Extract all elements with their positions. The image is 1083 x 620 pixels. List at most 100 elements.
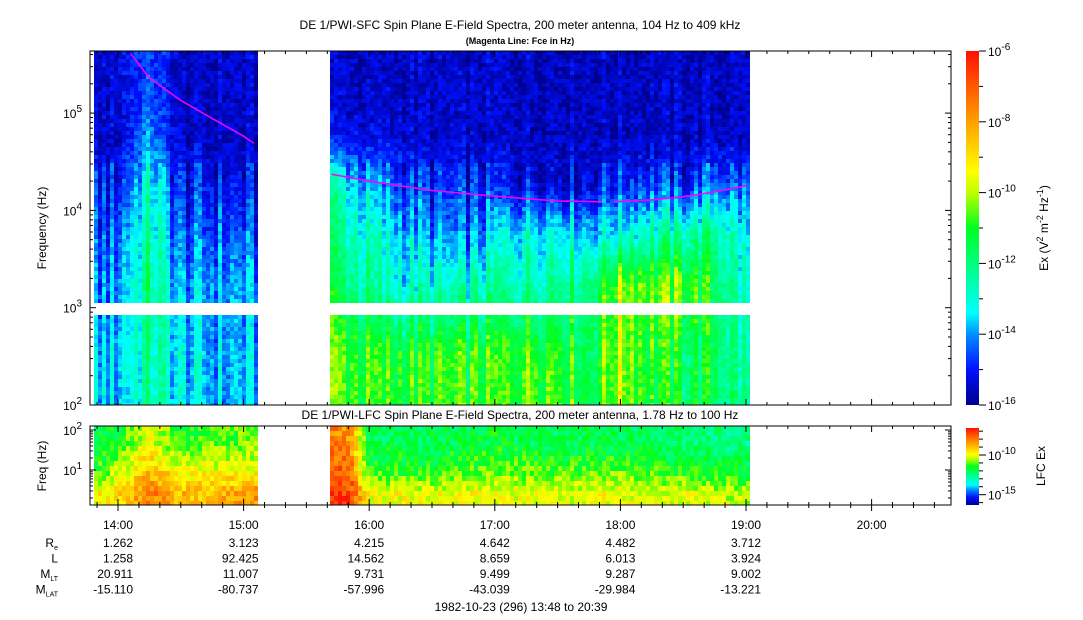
heatmap-cell bbox=[358, 135, 362, 139]
heatmap-cell bbox=[334, 331, 338, 335]
heatmap-cell bbox=[130, 95, 134, 99]
heatmap-cell bbox=[94, 351, 98, 355]
heatmap-cell bbox=[346, 143, 350, 147]
heatmap-cell bbox=[354, 295, 358, 299]
heatmap-cell bbox=[202, 319, 206, 323]
heatmap-cell bbox=[362, 267, 366, 271]
heatmap-cell bbox=[198, 147, 202, 151]
heatmap-cell bbox=[386, 139, 390, 143]
heatmap-cell bbox=[194, 179, 198, 183]
heatmap-cell bbox=[374, 319, 378, 323]
heatmap-cell bbox=[370, 135, 374, 139]
heatmap-cell bbox=[110, 151, 114, 155]
heatmap-cell bbox=[106, 367, 110, 371]
heatmap-cell bbox=[334, 119, 338, 123]
heatmap-cell bbox=[230, 91, 234, 95]
heatmap-cell bbox=[118, 323, 122, 327]
heatmap-cell bbox=[242, 251, 246, 255]
heatmap-cell bbox=[358, 395, 362, 399]
heatmap-cell bbox=[174, 75, 178, 79]
heatmap-cell bbox=[182, 59, 186, 63]
heatmap-cell bbox=[98, 91, 102, 95]
heatmap-cell bbox=[142, 115, 146, 119]
heatmap-cell bbox=[370, 111, 374, 115]
heatmap-cell bbox=[246, 331, 250, 335]
heatmap-cell bbox=[202, 183, 206, 187]
heatmap-cell bbox=[374, 55, 378, 59]
heatmap-cell bbox=[162, 135, 166, 139]
heatmap-cell bbox=[134, 155, 138, 159]
heatmap-cell bbox=[342, 119, 346, 123]
heatmap-cell bbox=[190, 51, 194, 55]
heatmap-cell bbox=[246, 263, 250, 267]
heatmap-cell bbox=[358, 83, 362, 87]
heatmap-cell bbox=[366, 127, 370, 131]
heatmap-cell bbox=[98, 83, 102, 87]
heatmap-cell bbox=[334, 103, 338, 107]
heatmap-cell bbox=[190, 183, 194, 187]
heatmap-cell bbox=[202, 167, 206, 171]
heatmap-cell bbox=[130, 159, 134, 163]
heatmap-cell bbox=[218, 179, 222, 183]
heatmap-cell bbox=[122, 359, 126, 363]
heatmap-cell bbox=[146, 399, 150, 403]
heatmap-cell bbox=[182, 359, 186, 363]
heatmap-cell bbox=[382, 159, 386, 163]
heatmap-cell bbox=[250, 315, 254, 319]
heatmap-cell bbox=[94, 319, 98, 323]
heatmap-cell bbox=[102, 155, 106, 159]
heatmap-cell bbox=[250, 323, 254, 327]
heatmap-cell bbox=[242, 247, 246, 251]
heatmap-cell bbox=[138, 171, 142, 175]
heatmap-cell bbox=[126, 383, 130, 387]
heatmap-cell bbox=[186, 295, 190, 299]
heatmap-cell bbox=[374, 115, 378, 119]
heatmap-cell bbox=[174, 55, 178, 59]
heatmap-cell bbox=[154, 371, 158, 375]
heatmap-cell bbox=[150, 235, 154, 239]
heatmap-cell bbox=[138, 91, 142, 95]
heatmap-cell bbox=[218, 375, 222, 379]
heatmap-cell bbox=[194, 383, 198, 387]
heatmap-cell bbox=[202, 71, 206, 75]
heatmap-cell bbox=[218, 55, 222, 59]
heatmap-cell bbox=[206, 171, 210, 175]
heatmap-cell bbox=[350, 331, 354, 335]
heatmap-cell bbox=[382, 383, 386, 387]
heatmap-cell bbox=[330, 195, 334, 199]
heatmap-cell bbox=[394, 371, 398, 375]
heatmap-cell bbox=[142, 83, 146, 87]
heatmap-cell bbox=[342, 315, 346, 319]
heatmap-cell bbox=[370, 279, 374, 283]
heatmap-cell bbox=[166, 283, 170, 287]
heatmap-cell bbox=[178, 183, 182, 187]
heatmap-cell bbox=[362, 363, 366, 367]
heatmap-cell bbox=[370, 131, 374, 135]
heatmap-cell bbox=[170, 399, 174, 403]
heatmap-cell bbox=[350, 171, 354, 175]
heatmap-cell bbox=[238, 143, 242, 147]
heatmap-cell bbox=[210, 203, 214, 207]
heatmap-cell bbox=[102, 319, 106, 323]
heatmap-cell bbox=[374, 387, 378, 391]
heatmap-cell bbox=[134, 235, 138, 239]
heatmap-cell bbox=[158, 139, 162, 143]
heatmap-cell bbox=[110, 351, 114, 355]
heatmap-cell bbox=[350, 91, 354, 95]
heatmap-cell bbox=[134, 243, 138, 247]
heatmap-cell bbox=[166, 239, 170, 243]
heatmap-cell bbox=[110, 147, 114, 151]
heatmap-cell bbox=[106, 223, 110, 227]
heatmap-cell bbox=[346, 287, 350, 291]
heatmap-cell bbox=[222, 379, 226, 383]
heatmap-cell bbox=[226, 151, 230, 155]
heatmap-cell bbox=[126, 331, 130, 335]
heatmap-cell bbox=[194, 275, 198, 279]
heatmap-cell bbox=[182, 167, 186, 171]
heatmap-cell bbox=[194, 351, 198, 355]
heatmap-cell bbox=[154, 199, 158, 203]
heatmap-cell bbox=[98, 143, 102, 147]
heatmap-cell bbox=[214, 103, 218, 107]
heatmap-cell bbox=[342, 367, 346, 371]
heatmap-cell bbox=[398, 51, 402, 55]
